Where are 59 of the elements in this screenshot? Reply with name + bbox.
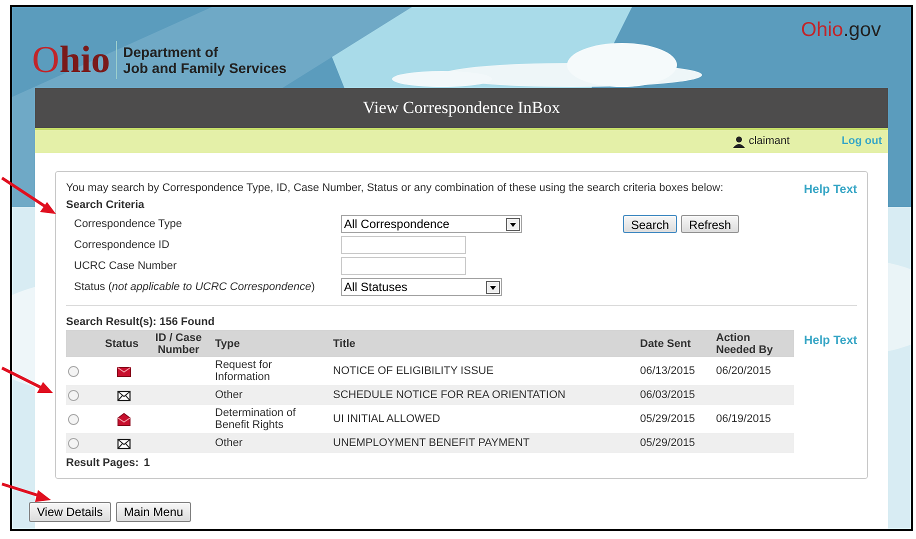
field-label: Correspondence ID [73,238,170,253]
table-cell: 05/29/2015 [640,413,696,425]
envelope-icon [116,388,130,402]
action-button[interactable]: View Details [29,502,111,522]
column-header: Action Needed By [716,332,773,356]
dropdown[interactable]: All Statuses [341,278,502,296]
dropdown[interactable]: All Correspondence [341,215,522,233]
column-header: Status [105,338,139,350]
table-cell: SCHEDULE NOTICE FOR REA ORIENTATION [333,389,566,401]
section-heading: Search Criteria [66,198,146,213]
field-label: Correspondence Type [73,216,184,232]
table-cell: NOTICE OF ELIGIBILITY ISSUE [333,365,494,377]
table-cell: UI INITIAL ALLOWED [333,413,440,425]
column-header: Title [333,338,356,350]
open-envelope-icon [116,412,130,426]
table-cell: UNEMPLOYMENT BENEFIT PAYMENT [333,437,530,449]
radio-button[interactable] [68,414,79,424]
column-header: ID / Case Number [155,332,202,356]
table-cell: 06/03/2015 [640,389,696,401]
table-cell: 05/29/2015 [640,437,696,449]
input-field[interactable] [341,257,466,275]
table-cell: 06/20/2015 [716,365,772,377]
table-row[interactable]: Other SCHEDULE NOTICE FOR REA ORIENTATION 06/03/2015 [66,385,794,405]
radio-button[interactable] [68,366,79,376]
input-field[interactable] [341,236,466,254]
radio-button[interactable] [68,438,79,448]
caret-icon [486,280,500,294]
table-cell: Other [215,437,243,449]
envelope-icon [116,364,130,378]
table-cell: Determination of Benefit Rights [215,407,296,431]
department-name: Job and Family Services [123,60,287,76]
table-cell: 06/19/2015 [716,413,772,425]
page-title: View Correspondence InBox [35,88,888,128]
user-name: claimant [748,134,790,150]
user-icon [732,136,745,148]
action-button[interactable]: Search [623,215,678,233]
page-link[interactable]: 1 [144,455,150,472]
results-summary: Search Result(s): 156 Found [66,314,216,330]
action-button[interactable]: Main Menu [116,502,192,522]
table-cell: 06/13/2015 [640,365,696,377]
caret-icon [506,218,520,230]
radio-button[interactable] [68,390,79,400]
department-name: Department of [123,44,220,60]
instructions-text: You may search by Correspondence Type, ID, Case Number, Status or any combination of these using the search criteria boxes below: [66,181,724,196]
table-cell: Request for Information [215,359,272,383]
envelope-icon [116,436,130,450]
action-button[interactable]: Refresh [681,215,740,233]
field-label: UCRC Case Number [73,258,178,274]
result-pages-label: Result Pages: [66,456,139,471]
ohio-logo: Ohio [32,41,118,79]
table-cell: Other [215,389,243,401]
site-link[interactable]: Ohio.gov [800,15,881,45]
annotation-arrow [1,176,56,214]
annotation-arrow [1,366,53,393]
column-header: Type [215,338,240,350]
field-label: Status (not applicable to UCRC Correspondence) [73,280,316,295]
column-header: Date Sent [640,338,691,350]
annotation-arrow [2,482,51,502]
table-row[interactable]: Other UNEMPLOYMENT BENEFIT PAYMENT 05/29/2015 [66,433,794,453]
